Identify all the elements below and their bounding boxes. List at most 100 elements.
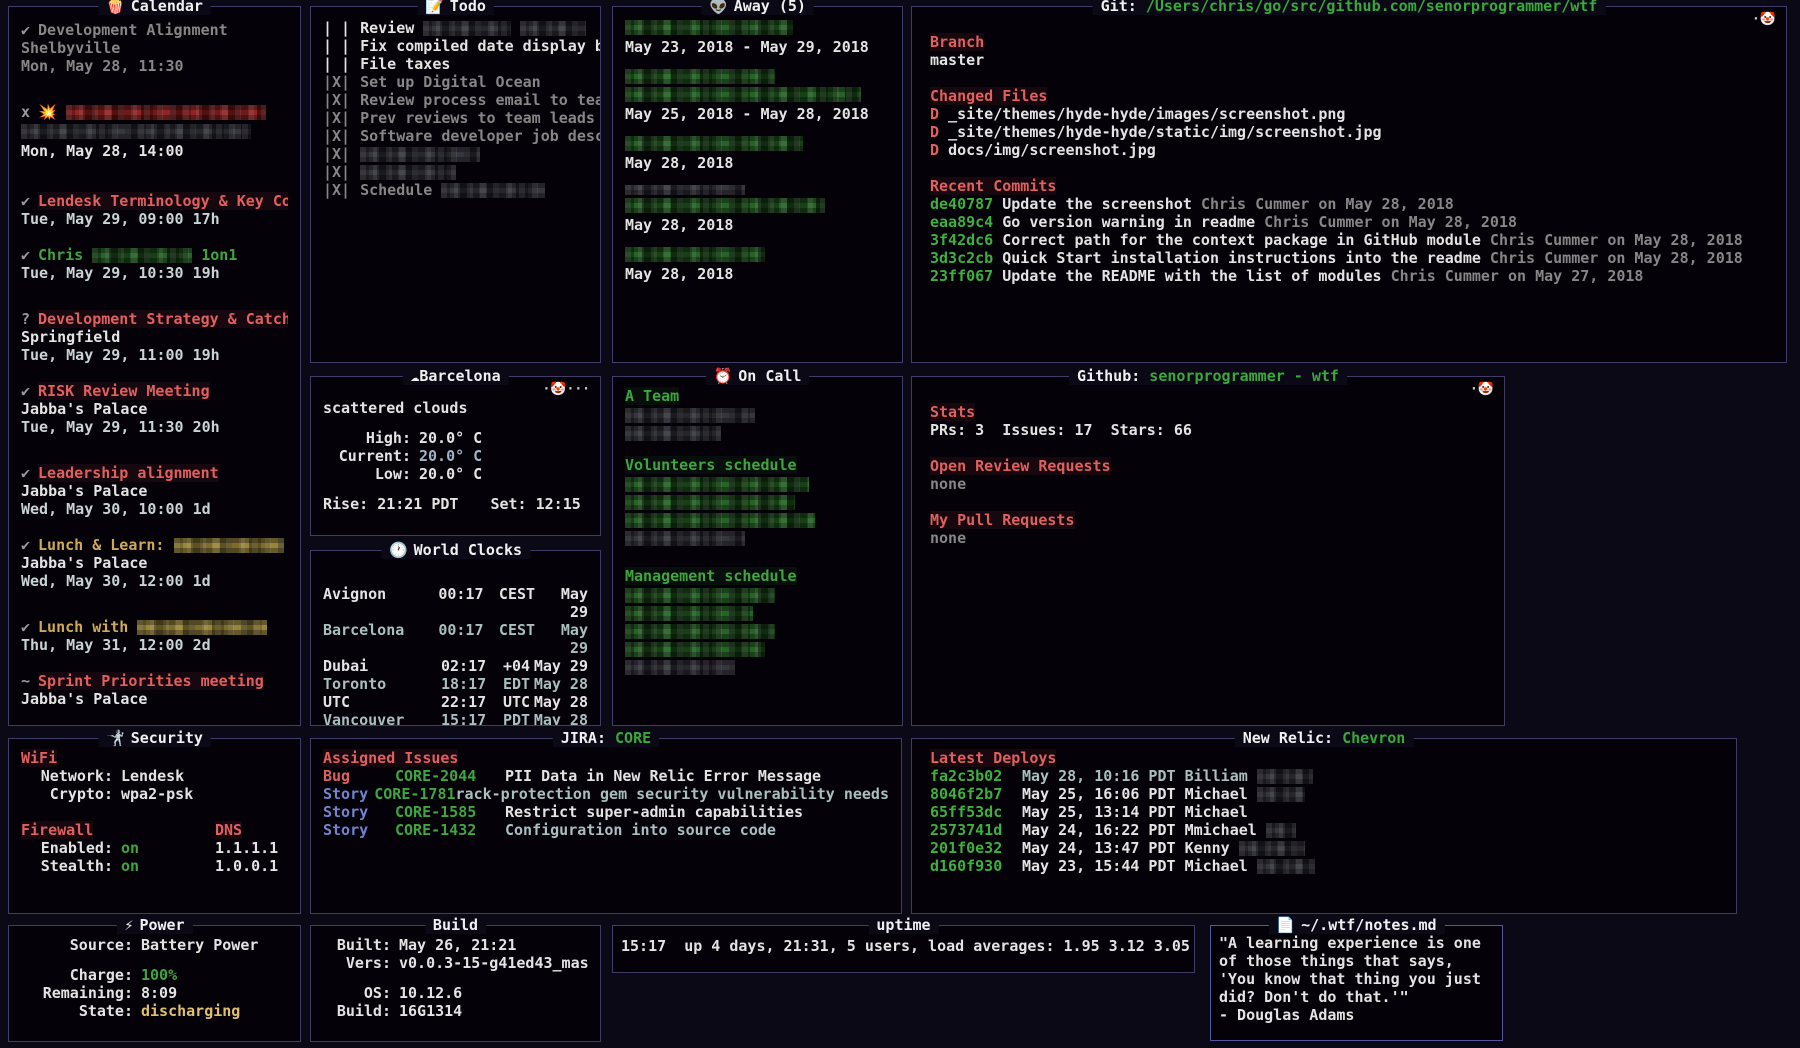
redacted-name [625,495,795,510]
changed-file[interactable]: D _site/themes/hyde-hyde/static/img/scre… [930,123,1768,141]
calendar-event[interactable]: ✔Lunch & Learn: Jabba's Palace Wed, May … [21,536,288,590]
redacted-text [1239,841,1305,856]
github-panel-title: Github: senorprogrammer - wtf [1069,367,1347,385]
redacted-name [625,477,809,492]
calendar-event[interactable]: ✔Development Alignment Shelbyville Mon, … [21,21,288,75]
redacted-text [92,248,192,263]
clock-row: Dubai02:17+04May 29 [323,657,588,675]
github-panel: Github: senorprogrammer - wtf ·🤡 Stats P… [911,376,1505,726]
todo-item[interactable]: |X|Schedule [323,181,588,199]
clown-loader-icon: ·🤡 [1752,11,1776,29]
jira-issue-row[interactable]: StoryCORE-1585Restrict super-admin capab… [323,803,889,821]
clock-row: UTC22:17UTCMay 28 [323,693,588,711]
commit-row[interactable]: eaa89c4 Go version warning in readme Chr… [930,213,1768,231]
checkbox-checked-icon[interactable]: |X| [323,181,350,199]
jira-issue-row[interactable]: StoryCORE-1432Configuration into source … [323,821,889,839]
notes-panel-title: 📄~/.wtf/notes.md [1268,916,1444,934]
redacted-name [625,69,775,84]
redacted-name [625,408,755,423]
todo-item[interactable]: |X|Review process email to team [323,91,588,109]
checkbox-checked-icon[interactable]: |X| [323,163,350,181]
redacted-text [137,620,267,635]
commit-row[interactable]: 3d3c2cb Quick Start installation instruc… [930,249,1768,267]
clown-loader-icon: ·🤡 [1470,381,1494,399]
cloud-icon: ☁ [410,367,419,385]
calendar-event[interactable]: ✔Chris 1on1 Tue, May 29, 10:30 19h [21,246,288,282]
deploy-row: 201f0e32May 24, 13:47 PDT Kenny [930,839,1718,857]
redacted-text [1257,859,1315,874]
checkbox-empty-icon[interactable]: | | [323,37,350,55]
collision-icon: 💥 [38,103,57,121]
redacted-name [625,606,753,621]
redacted-name [625,20,793,35]
power-panel: ⚡Power Source:Battery Power Charge:100% … [8,925,301,1042]
todo-panel-title: 📝Todo [417,0,494,15]
calendar-event[interactable]: x💥 Mon, May 28, 14:00 [21,103,288,160]
notes-panel: 📄~/.wtf/notes.md "A learning experience … [1210,925,1503,1041]
calendar-panel: 🍿Calendar ✔Development Alignment Shelbyv… [8,6,301,726]
jira-issue-row[interactable]: StoryCORE-1781rack-protection gem securi… [323,785,889,803]
redacted-name [625,531,745,546]
redacted-name [625,87,861,102]
uptime-panel: uptime 15:17 up 4 days, 21:31, 5 users, … [612,925,1195,973]
todo-item[interactable]: | |Fix compiled date display bug [323,37,588,55]
away-entry: May 28, 2018 [625,247,890,283]
checkbox-checked-icon[interactable]: |X| [323,73,350,91]
todo-item[interactable]: |X| [323,163,588,181]
question-icon: ? [21,310,30,328]
redacted-text [66,105,266,120]
changed-file[interactable]: D docs/img/screenshot.jpg [930,141,1768,159]
commit-row[interactable]: 23ff067 Update the README with the list … [930,267,1768,285]
checkbox-checked-icon[interactable]: |X| [323,109,350,127]
weather-panel-title: ☁Barcelona [402,367,508,385]
checkbox-empty-icon[interactable]: | | [323,19,350,37]
redacted-name [625,588,775,603]
redacted-name [625,660,735,675]
deploy-row: fa2c3b02May 28, 10:16 PDT Billiam [930,767,1718,785]
commit-row[interactable]: 3f42dc6 Correct path for the context pac… [930,231,1768,249]
world-clocks-panel: 🕐World Clocks Avignon00:17CESTMay 29 Bar… [310,550,601,726]
redacted-text [423,21,511,36]
check-icon: ✔ [21,536,30,554]
git-panel-title: Git: /Users/chris/go/src/github.com/seno… [1093,0,1606,15]
world-clocks-panel-title: 🕐World Clocks [381,541,530,559]
checkbox-checked-icon[interactable]: |X| [323,91,350,109]
notes-attribution: - Douglas Adams [1219,1006,1494,1024]
calendar-event[interactable]: ✔RISK Review Meeting Jabba's Palace Tue,… [21,382,288,436]
checkbox-checked-icon[interactable]: |X| [323,127,350,145]
checkbox-checked-icon[interactable]: |X| [323,145,350,163]
notes-quote: "A learning experience is one of those t… [1219,934,1481,1006]
calendar-event[interactable]: ✔Lendesk Terminology & Key Conc Tue, May… [21,192,288,228]
redacted-text [360,165,456,180]
power-panel-title: ⚡Power [116,916,192,934]
weather-condition: scattered clouds [323,399,588,417]
check-icon: ✔ [21,21,30,39]
todo-item[interactable]: | |File taxes [323,55,588,73]
todo-item[interactable]: | |Review [323,19,588,37]
jira-issue-row[interactable]: BugCORE-2044PII Data in New Relic Error … [323,767,889,785]
clock-row: Barcelona00:17CESTMay 29 [323,621,588,657]
jira-panel: JIRA: CORE Assigned Issues BugCORE-2044P… [310,738,902,914]
calendar-event[interactable]: ~Sprint Priorities meeting Jabba's Palac… [21,672,288,708]
deploy-row: d160f930May 23, 15:44 PDT Michael [930,857,1718,875]
checkbox-empty-icon[interactable]: | | [323,55,350,73]
redacted-text [520,21,586,36]
jira-panel-title: JIRA: CORE [553,729,659,747]
security-panel-title: 🤺Security [98,729,211,747]
calendar-event[interactable]: ✔Leadership alignment Jabba's Palace Wed… [21,464,288,518]
todo-item[interactable]: |X|Software developer job desc [323,127,588,145]
redacted-text [1257,769,1313,784]
commit-row[interactable]: de40787 Update the screenshot Chris Cumm… [930,195,1768,213]
uptime-panel-title: uptime [868,916,938,934]
alarm-clock-icon: ⏰ [714,367,733,385]
redacted-text [441,183,545,198]
changed-file[interactable]: D _site/themes/hyde-hyde/images/screensh… [930,105,1768,123]
calendar-event[interactable]: ✔Lunch with Thu, May 31, 12:00 2d [21,618,288,654]
redacted-text [174,538,284,553]
calendar-event[interactable]: ?Development Strategy & Catch U Springfi… [21,310,288,364]
todo-item[interactable]: |X|Set up Digital Ocean [323,73,588,91]
page-icon: 📄 [1276,916,1295,934]
clock-row: Avignon00:17CESTMay 29 [323,585,588,621]
todo-item[interactable]: |X| [323,145,588,163]
todo-item[interactable]: |X|Prev reviews to team leads [323,109,588,127]
